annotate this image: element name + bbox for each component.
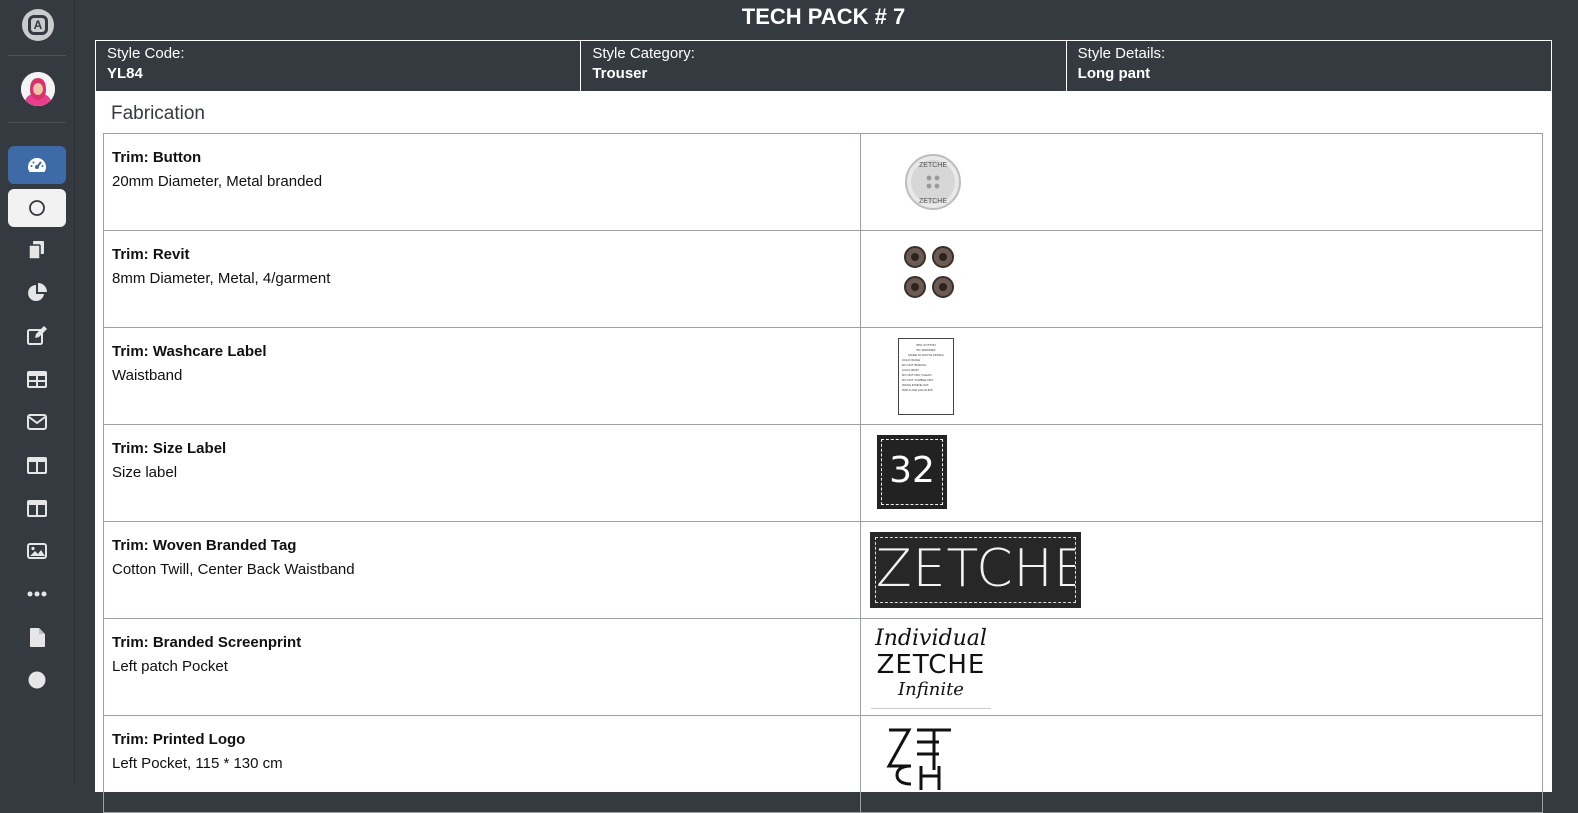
- style-code-cell: Style Code: YL84: [96, 41, 582, 91]
- trim-name: Trim: Button: [112, 149, 202, 166]
- trim-name: Trim: Revit: [112, 246, 190, 263]
- sidebar-item-more[interactable]: [8, 575, 66, 613]
- button-image: ZETCHE ZETCHE: [905, 154, 961, 210]
- trim-desc: Left Pocket, 115 * 130 cm: [112, 755, 283, 772]
- edit-icon: [27, 326, 47, 345]
- sidebar-item-file[interactable]: [8, 618, 66, 656]
- style-category-label: Style Category:: [592, 45, 695, 62]
- mail-icon: [27, 414, 47, 430]
- page-title: TECH PACK # 7: [741, 4, 906, 29]
- sidebar-item-table[interactable]: [8, 360, 66, 398]
- section-title: Fabrication: [111, 103, 205, 124]
- fabrication-card: Fabrication Trim: Button 20mm Diameter, M…: [95, 92, 1552, 813]
- sidebar-item-copy[interactable]: [8, 231, 66, 269]
- more-icon: [27, 591, 47, 597]
- style-details-label: Style Details:: [1077, 45, 1166, 62]
- sidebar-item-dot[interactable]: [8, 661, 66, 699]
- size-label-image: 32: [877, 435, 947, 509]
- image-icon: [27, 543, 47, 559]
- trim-name: Trim: Washcare Label: [112, 343, 267, 360]
- table-row: Trim: Washcare Label Waistband 95% COTTON…: [103, 327, 1543, 425]
- copy-icon: [29, 241, 44, 259]
- trim-name: Trim: Printed Logo: [112, 731, 246, 748]
- trim-name: Trim: Woven Branded Tag: [112, 537, 297, 554]
- dot-icon: [28, 671, 46, 689]
- style-header: Style Code: YL84 Style Category: Trouser…: [95, 40, 1552, 92]
- style-code-value: YL84: [107, 65, 143, 82]
- style-category-value: Trouser: [592, 65, 648, 82]
- sidebar-item-image[interactable]: [8, 532, 66, 570]
- app-logo-icon[interactable]: A: [22, 9, 54, 41]
- trim-name: Trim: Size Label: [112, 440, 227, 457]
- trim-desc: Waistband: [112, 367, 183, 384]
- sidebar-item-columns-2[interactable]: [8, 489, 66, 527]
- circle-icon: [29, 200, 45, 216]
- sidebar-divider: [8, 122, 66, 123]
- sidebar-item-charts[interactable]: [8, 274, 66, 312]
- washcare-label-image: 95% COTTON 5% SPANDEX MADE IN SOUTH AFRI…: [898, 338, 954, 415]
- sidebar-item-columns[interactable]: [8, 446, 66, 484]
- main-content: TECH PACK # 7 Style Code: YL84 Style Cat…: [75, 0, 1578, 813]
- dashboard-icon: [28, 158, 46, 172]
- sidebar-item-circle[interactable]: [8, 189, 66, 227]
- printed-logo-image: [886, 728, 951, 790]
- trims-table: Trim: Button 20mm Diameter, Metal branded…: [103, 133, 1543, 813]
- sidebar-item-dashboard[interactable]: [8, 146, 66, 184]
- table-row: Trim: Button 20mm Diameter, Metal branded…: [103, 133, 1543, 231]
- style-details-cell: Style Details: Long pant: [1067, 41, 1551, 91]
- trim-desc: 20mm Diameter, Metal branded: [112, 173, 323, 190]
- rivet-image: [904, 246, 954, 298]
- table-row: Trim: Revit 8mm Diameter, Metal, 4/garmen…: [103, 230, 1543, 328]
- file-icon: [29, 627, 45, 647]
- style-category-cell: Style Category: Trouser: [581, 41, 1067, 91]
- pie-chart-icon: [28, 283, 47, 301]
- svg-text:ZETCHE: ZETCHE: [919, 162, 947, 169]
- trim-desc: 8mm Diameter, Metal, 4/garment: [112, 270, 331, 287]
- columns-icon: [27, 456, 47, 474]
- table-icon: [27, 370, 47, 388]
- table-row: Trim: Printed Logo Left Pocket, 115 * 130…: [103, 715, 1543, 813]
- trim-name: Trim: Branded Screenprint: [112, 634, 302, 651]
- style-details-value: Long pant: [1077, 65, 1151, 82]
- avatar[interactable]: [21, 72, 55, 106]
- style-code-label: Style Code:: [107, 45, 185, 62]
- svg-text:ZETCHE: ZETCHE: [919, 198, 947, 205]
- table-row: Trim: Woven Branded Tag Cotton Twill, Cen…: [103, 521, 1543, 619]
- screenprint-image: Individual ZETCHE Infinite: [871, 627, 991, 709]
- table-row: Trim: Branded Screenprint Left patch Pock…: [103, 618, 1543, 716]
- table-row: Trim: Size Label Size label 32: [103, 424, 1543, 522]
- sidebar-item-edit[interactable]: [8, 317, 66, 355]
- trim-desc: Left patch Pocket: [112, 658, 228, 675]
- sidebar: A: [0, 0, 75, 786]
- sidebar-divider: [8, 55, 66, 56]
- trim-desc: Cotton Twill, Center Back Waistband: [112, 561, 355, 578]
- sidebar-item-mail[interactable]: [8, 403, 66, 441]
- columns-icon: [27, 499, 47, 517]
- woven-tag-image: ZETCHE: [870, 532, 1081, 608]
- trim-desc: Size label: [112, 464, 178, 481]
